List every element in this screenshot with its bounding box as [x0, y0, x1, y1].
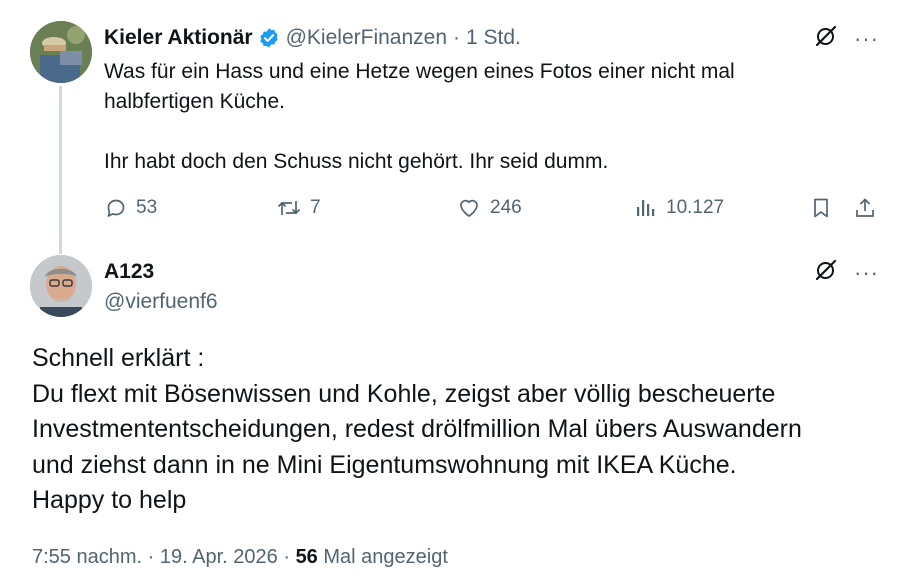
- tweet-meta: 7:55 nachm. · 19. Apr. 2026 · 56 Mal ang…: [32, 546, 448, 569]
- share-icon: [856, 198, 874, 217]
- repost-button[interactable]: 7: [276, 193, 321, 223]
- author-handle[interactable]: @vierfuenf6: [104, 290, 218, 314]
- separator-dot: ·: [283, 546, 290, 568]
- grok-icon[interactable]: [814, 24, 838, 53]
- grok-icon[interactable]: [814, 258, 838, 287]
- post-date[interactable]: 19. Apr. 2026: [160, 546, 278, 568]
- author-handle[interactable]: @KielerFinanzen: [286, 26, 447, 50]
- author-name[interactable]: A123: [104, 260, 154, 284]
- more-icon[interactable]: ···: [854, 27, 879, 50]
- separator-dot: ·: [147, 546, 155, 568]
- avatar-image: [30, 255, 92, 317]
- like-count: 246: [490, 197, 522, 218]
- view-label: Mal angezeigt: [323, 546, 448, 568]
- repost-count: 7: [310, 197, 321, 218]
- view-count: 10.127: [666, 197, 725, 218]
- like-button[interactable]: 246: [456, 193, 522, 223]
- separator-dot: ·: [453, 26, 461, 49]
- author-name[interactable]: Kieler Aktionär: [104, 26, 253, 50]
- like-icon: [460, 199, 478, 217]
- more-icon[interactable]: ···: [854, 261, 879, 284]
- tweet-options: ···: [814, 24, 879, 53]
- repost-icon: [277, 201, 301, 215]
- reply-button[interactable]: 53: [104, 193, 157, 223]
- avatar-image: [30, 21, 92, 83]
- tweet-header: Kieler Aktionär @KielerFinanzen · 1 Std.: [104, 24, 521, 52]
- avatar[interactable]: [30, 21, 92, 83]
- view-count: 56: [295, 546, 318, 568]
- bookmark-icon: [814, 198, 828, 218]
- reply-count: 53: [136, 197, 158, 218]
- verified-badge-icon: [258, 27, 280, 49]
- avatar[interactable]: [30, 255, 92, 317]
- reply-icon: [107, 199, 125, 217]
- post-timestamp[interactable]: 7:55 nachm.: [32, 546, 142, 568]
- views-button[interactable]: 10.127: [634, 193, 724, 223]
- tweet-text: Schnell erklärt : Du flext mit Bösenwiss…: [32, 344, 802, 514]
- tweet-options: ···: [814, 258, 879, 287]
- thread-connector-line: [59, 86, 62, 254]
- share-button[interactable]: [853, 193, 885, 223]
- post-time[interactable]: 1 Std.: [466, 26, 521, 50]
- bookmark-button[interactable]: [809, 193, 841, 223]
- views-icon: [637, 200, 655, 216]
- tweet-text: Was für ein Hass und eine Hetze wegen ei…: [104, 60, 735, 173]
